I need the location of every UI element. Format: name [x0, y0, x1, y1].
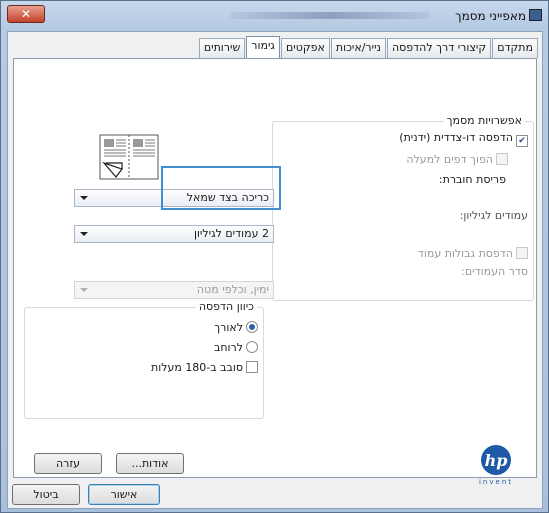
hp-logo-tagline: invent [479, 478, 513, 486]
chevron-down-icon [80, 288, 88, 292]
close-icon: ✕ [20, 7, 32, 21]
chevron-down-icon [80, 232, 88, 236]
cancel-button[interactable]: ביטול [12, 484, 80, 505]
duplex-checkbox-row[interactable]: ✔הדפסה דו-צדדית (ידנית) [399, 131, 528, 147]
document-options-title: אפשרויות מסמך [443, 114, 525, 127]
tab-advanced[interactable]: מתקדם [492, 38, 538, 58]
page-order-label: סדר העמודים: [461, 265, 528, 278]
hp-logo-brand: hp [485, 451, 508, 470]
hp-logo: hp invent [479, 445, 513, 486]
tab-finishing[interactable]: גימור [246, 36, 280, 58]
booklet-preview-icon [99, 134, 159, 180]
booklet-layout-highlight [161, 166, 281, 210]
tab-printing-shortcuts[interactable]: קיצורי דרך להדפסה [386, 38, 492, 58]
portrait-radio-row[interactable]: לאורך [214, 321, 258, 334]
document-properties-window: ✕ מאפייני מסמך מתקדם קיצורי דרך להדפסה נ… [0, 0, 549, 513]
rotate-180-checkbox[interactable] [246, 361, 258, 373]
finishing-panel: אפשרויות מסמך ✔הדפסה דו-צדדית (ידנית) הפ… [13, 58, 537, 486]
tab-effects[interactable]: אפקטים [280, 38, 330, 58]
flip-pages-row[interactable]: הפוך דפים למעלה [406, 153, 508, 166]
duplex-label: הדפסה דו-צדדית (ידנית) [399, 131, 513, 144]
flip-pages-checkbox[interactable] [496, 153, 508, 165]
flip-pages-label: הפוך דפים למעלה [406, 153, 493, 166]
booklet-layout-label: פריסת חוברת: [438, 173, 506, 186]
pages-per-sheet-select[interactable]: 2 עמודים לגיליון [74, 225, 274, 243]
tab-strip: מתקדם קיצורי דרך להדפסה נייר/איכות אפקטי… [198, 36, 538, 58]
landscape-radio-row[interactable]: לרוחב [214, 341, 258, 354]
portrait-radio[interactable] [246, 321, 258, 333]
rotate-180-row[interactable]: סובב ב-180 מעלות [151, 361, 258, 374]
pages-per-sheet-label: עמודים לגיליון: [459, 209, 528, 222]
rotate-180-label: סובב ב-180 מעלות [150, 361, 243, 374]
print-borders-checkbox[interactable] [516, 247, 528, 259]
orientation-title: כיוון הדפסה [195, 300, 257, 313]
help-button[interactable]: עזרה [34, 453, 102, 474]
print-borders-row[interactable]: הדפסת גבולות עמוד [418, 247, 528, 260]
portrait-label: לאורך [214, 321, 243, 334]
page-order-select[interactable]: ימין, וכלפי מטה [74, 281, 274, 299]
about-button[interactable]: אודות... [116, 453, 184, 474]
ok-button[interactable]: אישור [88, 484, 160, 505]
chevron-down-icon [80, 196, 88, 200]
tab-services[interactable]: שירותים [198, 38, 246, 58]
printer-name-blurred [230, 12, 430, 19]
landscape-radio[interactable] [246, 341, 258, 353]
pages-per-sheet-value: 2 עמודים לגיליון [193, 227, 269, 240]
print-borders-label: הדפסת גבולות עמוד [417, 247, 513, 260]
duplex-checkbox[interactable]: ✔ [516, 135, 528, 147]
landscape-label: לרוחב [213, 341, 243, 354]
close-button[interactable]: ✕ [7, 5, 45, 23]
dialog-client: מתקדם קיצורי דרך להדפסה נייר/איכות אפקטי… [7, 31, 543, 509]
title-bar[interactable]: ✕ מאפייני מסמך [1, 1, 548, 31]
window-title: מאפייני מסמך [455, 9, 526, 23]
tab-paper-quality[interactable]: נייר/איכות [330, 38, 386, 58]
page-order-value: ימין, וכלפי מטה [196, 283, 269, 296]
printer-icon [529, 9, 542, 21]
